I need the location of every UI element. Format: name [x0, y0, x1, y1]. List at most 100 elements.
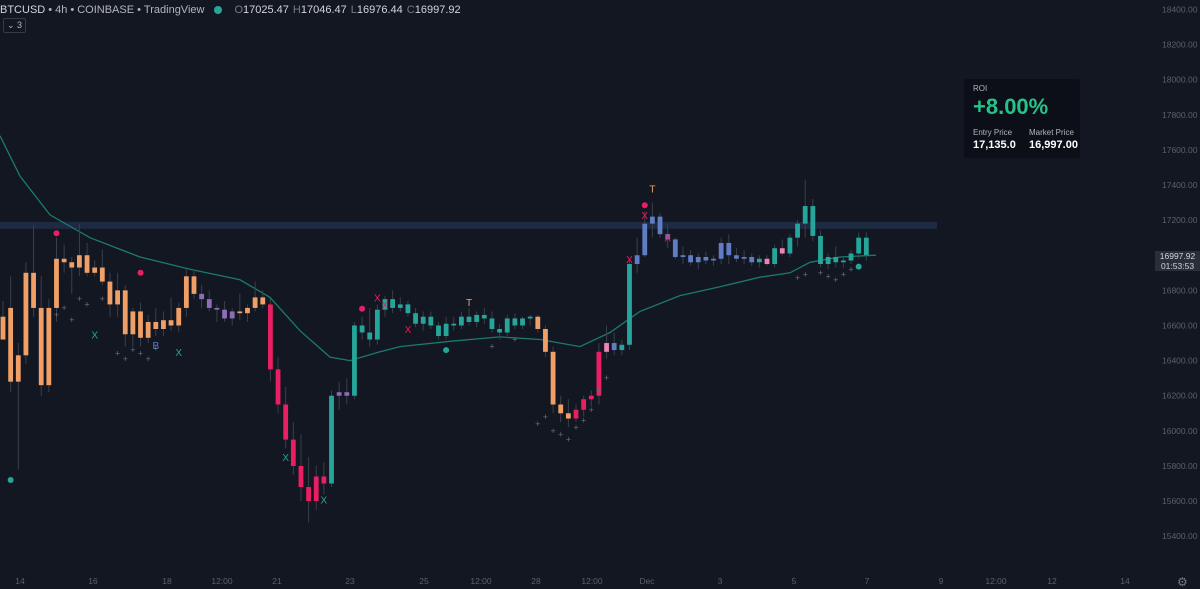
candle	[183, 276, 189, 308]
roi-panel: ROI +8.00% Entry Price Market Price 17,1…	[964, 79, 1080, 158]
candle	[413, 313, 418, 324]
candle	[558, 404, 564, 414]
candle	[122, 290, 128, 335]
stop-marker: +	[795, 273, 800, 283]
signal-markers: XBXXXXXXTXXTX	[91, 185, 671, 507]
candle	[107, 281, 113, 305]
signal-label: X	[374, 293, 381, 304]
candle	[451, 323, 457, 326]
signal-dot	[359, 305, 366, 312]
candle	[77, 255, 82, 268]
stop-marker: +	[512, 335, 517, 345]
signal-dot	[137, 269, 144, 276]
candle	[229, 311, 235, 319]
candle	[520, 318, 525, 326]
y-tick-label: 17600.00	[1162, 145, 1198, 155]
candle	[604, 343, 609, 352]
x-tick-label: 12:00	[211, 576, 233, 586]
signal-label: T	[649, 185, 655, 196]
x-tick-label: 12:00	[985, 576, 1007, 586]
signal-label: X	[282, 453, 289, 464]
candle	[252, 297, 258, 308]
candle	[130, 311, 136, 335]
legend-separator: •	[70, 4, 75, 16]
candle	[512, 318, 518, 326]
stop-marker: +	[54, 310, 59, 320]
open-value: 17025.47	[243, 4, 289, 16]
y-tick-label: 16400.00	[1162, 356, 1198, 366]
x-tick-label: 12:00	[470, 576, 492, 586]
candle	[138, 311, 143, 338]
chart-legend: BTCUSD • 4h • COINBASE • TradingView O 17…	[0, 2, 461, 18]
candle	[367, 332, 373, 340]
candle	[818, 235, 823, 265]
bar-countdown: 01:53:53	[1160, 261, 1195, 271]
candle	[283, 404, 289, 440]
last-price-badge: 16997.92 01:53:53	[1155, 251, 1200, 271]
candle	[313, 476, 319, 502]
candle	[688, 255, 693, 263]
entry-price-label: Entry Price	[973, 128, 1013, 137]
candle	[237, 311, 243, 314]
candle	[565, 413, 571, 419]
market-status-icon[interactable]	[214, 6, 223, 14]
stop-marker: +	[573, 422, 578, 432]
candle	[0, 316, 6, 340]
high-value: 17046.47	[300, 4, 347, 16]
exchange-label: COINBASE	[77, 4, 135, 16]
candle	[306, 487, 311, 502]
candle	[245, 307, 250, 314]
x-tick-label: 18	[162, 576, 172, 586]
candle	[390, 299, 396, 308]
candle	[779, 248, 785, 254]
candle	[650, 216, 655, 224]
candle	[711, 258, 716, 261]
x-tick-label: 25	[419, 576, 429, 586]
indicators-collapse-button[interactable]: ⌄ 3	[3, 18, 27, 33]
candle	[481, 314, 487, 319]
stop-marker: +	[833, 275, 838, 285]
x-tick-label: 5	[792, 576, 797, 586]
signal-label: B	[152, 341, 159, 352]
stop-marker: +	[841, 270, 846, 280]
x-tick-label: Dec	[639, 576, 655, 586]
candle	[69, 262, 75, 268]
candle	[734, 255, 739, 259]
x-tick-label: 23	[345, 576, 355, 586]
symbol-label[interactable]: BTCUSD	[0, 2, 45, 18]
stop-marker: +	[589, 405, 594, 415]
candle	[787, 237, 793, 254]
signal-label: X	[175, 348, 182, 359]
market-price-value: 16,997.00	[1029, 139, 1078, 151]
candle	[672, 239, 678, 257]
signal-dot	[641, 202, 648, 209]
y-tick-label: 18400.00	[1162, 4, 1198, 14]
candle	[275, 369, 281, 405]
candle	[168, 320, 174, 326]
legend-separator: •	[48, 4, 53, 16]
x-tick-label: 14	[15, 576, 25, 586]
candle	[474, 314, 480, 322]
market-price-label: Market Price	[1029, 128, 1074, 137]
cross-stops: +++++++++ +++ +++++ ++++++++ + + + +++	[54, 264, 854, 444]
candle	[374, 309, 380, 340]
stop-marker: +	[489, 342, 494, 352]
candle	[657, 216, 663, 235]
candle	[489, 318, 495, 329]
signal-dot	[53, 230, 60, 237]
y-tick-label: 16000.00	[1162, 426, 1198, 436]
candle	[290, 439, 296, 466]
stop-marker: +	[848, 264, 853, 274]
y-tick-label: 17400.00	[1162, 180, 1198, 190]
candle	[619, 344, 625, 351]
candle	[268, 304, 273, 370]
last-price-value: 16997.92	[1159, 251, 1196, 261]
candle	[466, 316, 472, 322]
stop-marker: +	[535, 419, 540, 429]
stop-marker: +	[100, 294, 105, 304]
candle	[756, 258, 762, 263]
stop-marker: +	[581, 415, 586, 425]
stop-marker: +	[61, 303, 66, 313]
y-tick-label: 15400.00	[1162, 531, 1198, 541]
interval-label[interactable]: 4h	[55, 2, 67, 18]
